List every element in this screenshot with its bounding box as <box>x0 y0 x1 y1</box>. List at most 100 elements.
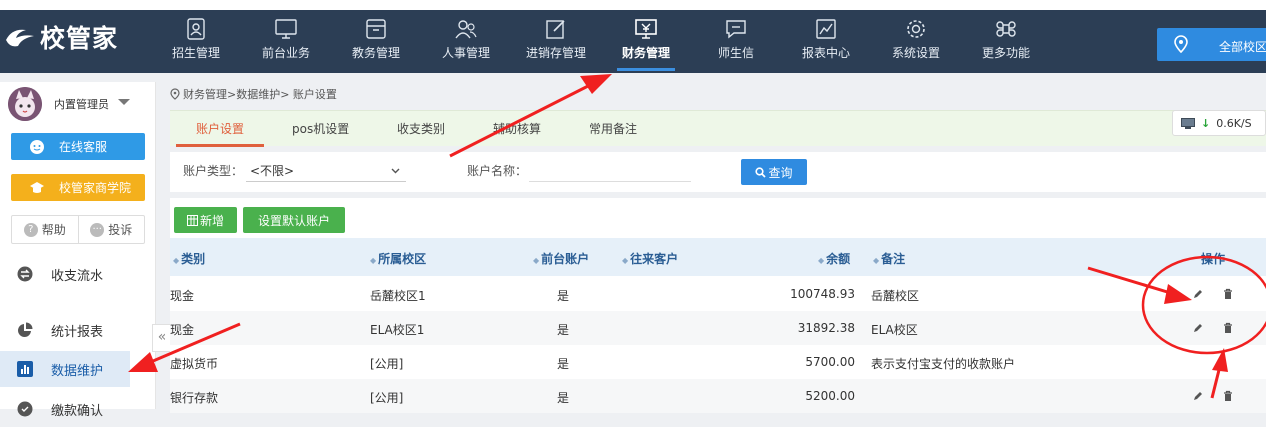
cell-campus: [公用] <box>370 357 404 371</box>
breadcrumb: 财务管理>数据维护> 账户设置 <box>170 86 337 102</box>
edit-icon <box>546 20 565 39</box>
trash-icon[interactable] <box>1222 390 1234 402</box>
query-label: 查询 <box>768 165 793 180</box>
account-type-value: <不限> <box>250 164 295 178</box>
nav-reports[interactable]: 报表中心 <box>783 10 869 73</box>
academy-button[interactable]: 校管家商学院 <box>11 174 145 201</box>
help-complain-group: ? 帮助 ··· 投诉 <box>11 215 145 244</box>
set-default-account-button[interactable]: 设置默认账户 <box>243 207 345 233</box>
nav-label: 招生管理 <box>171 46 220 60</box>
top-strip <box>0 0 1266 10</box>
cell-campus: ELA校区1 <box>370 323 425 337</box>
pencil-icon[interactable] <box>1192 288 1204 300</box>
tab-income-categories[interactable]: 收支类别 <box>397 111 445 147</box>
column-label: 所属校区 <box>378 252 427 266</box>
column-header-client[interactable]: ◆ 往来客户 <box>622 250 678 267</box>
cell-front: 是 <box>557 391 570 405</box>
pie-chart-icon <box>18 322 33 337</box>
account-name-input[interactable] <box>529 160 691 182</box>
cell-balance: 100748.93 <box>790 287 855 301</box>
app-logo[interactable]: 校管家 <box>4 22 119 53</box>
tab-active-indicator <box>176 144 265 147</box>
finance-icon <box>635 19 657 39</box>
column-label: 往来客户 <box>630 252 679 266</box>
add-button[interactable]: 新增 <box>174 207 237 233</box>
trash-icon[interactable] <box>1222 288 1234 300</box>
trash-icon[interactable] <box>1222 322 1234 334</box>
command-icon <box>996 21 1016 37</box>
sort-icon: ◆ <box>370 256 377 265</box>
account-name-label: 账户名称： <box>467 164 528 178</box>
cell-balance: 5200.00 <box>805 389 855 403</box>
monitor-icon <box>275 19 297 39</box>
confirm-icon <box>17 401 33 417</box>
column-header-note[interactable]: ◆ 备注 <box>873 250 905 267</box>
sidebar-item-payment-confirm[interactable]: 缴款确认 <box>0 391 155 427</box>
online-service-button[interactable]: 在线客服 <box>11 133 145 160</box>
table-row[interactable]: 银行存款 [公用] 是 5200.00 <box>170 379 1266 413</box>
user-menu[interactable]: 内置管理员 <box>8 87 109 121</box>
nav-admissions[interactable]: 招生管理 <box>153 10 239 73</box>
user-name: 内置管理员 <box>54 98 109 111</box>
user-badge-icon <box>187 18 205 40</box>
sort-icon: ◆ <box>622 256 629 265</box>
tab-label: 常用备注 <box>589 122 638 136</box>
table-row[interactable]: 现金 ELA校区1 是 31892.38 ELA校区 <box>170 311 1266 345</box>
people-icon <box>455 20 477 39</box>
column-header-campus[interactable]: ◆ 所属校区 <box>370 250 426 267</box>
query-button[interactable]: 查询 <box>741 159 807 185</box>
cell-balance: 5700.00 <box>805 355 855 369</box>
tab-account-settings[interactable]: 账户设置 <box>176 111 265 147</box>
academy-label: 校管家商学院 <box>59 181 132 195</box>
table-row[interactable]: 现金 岳麓校区1 是 100748.93 岳麓校区 <box>170 277 1266 311</box>
sidebar-item-data-maintenance[interactable]: 数据维护 <box>0 351 130 387</box>
sidebar-item-cash-flow[interactable]: 收支流水 <box>0 256 155 292</box>
complain-button[interactable]: ··· 投诉 <box>77 216 145 243</box>
campus-label: 全部校区 <box>1219 40 1266 54</box>
account-type-label: 账户类型： <box>183 164 244 178</box>
table-icon <box>186 214 198 226</box>
nav-academic[interactable]: 教务管理 <box>333 10 419 73</box>
tab-auxiliary-accounting[interactable]: 辅助核算 <box>493 111 541 147</box>
cell-note: 岳麓校区 <box>871 289 920 303</box>
cell-campus: 岳麓校区1 <box>370 289 426 303</box>
nav-inventory[interactable]: 进销存管理 <box>511 10 601 73</box>
graduation-cap-icon <box>30 181 44 193</box>
nav-hr[interactable]: 人事管理 <box>423 10 509 73</box>
nav-more[interactable]: 更多功能 <box>963 10 1049 73</box>
monitor-icon <box>1181 117 1195 129</box>
cell-campus: [公用] <box>370 391 404 405</box>
gear-icon <box>907 20 925 38</box>
table-header: ◆ 类别 ◆ 所属校区 ◆ 前台账户 ◆ 往来客户 ◆ 余额 ◆ 备注 操作 <box>170 238 1266 276</box>
nav-settings[interactable]: 系统设置 <box>873 10 959 73</box>
sort-icon: ◆ <box>873 256 880 265</box>
set-default-label: 设置默认账户 <box>257 213 330 228</box>
cell-balance: 31892.38 <box>797 321 855 335</box>
table-row[interactable]: 虚拟货币 [公用] 是 5700.00 表示支付宝支付的收款账户 <box>170 345 1266 379</box>
pencil-icon[interactable] <box>1192 390 1204 402</box>
sidebar-item-statistics[interactable]: 统计报表 <box>0 312 155 348</box>
nav-front-desk[interactable]: 前台业务 <box>243 10 329 73</box>
online-service-label: 在线客服 <box>59 140 108 154</box>
sort-icon: ◆ <box>533 256 540 265</box>
sidebar-collapse-button[interactable]: « <box>152 324 172 352</box>
cell-front: 是 <box>557 323 570 337</box>
column-label: 备注 <box>881 252 906 266</box>
nav-finance[interactable]: 财务管理 <box>603 10 689 73</box>
chevron-down-icon[interactable] <box>118 99 130 105</box>
column-header-category[interactable]: ◆ 类别 <box>173 250 205 267</box>
sort-icon: ◆ <box>173 256 180 265</box>
pencil-icon[interactable] <box>1192 322 1204 334</box>
cell-note: 表示支付宝支付的收款账户 <box>871 357 1016 371</box>
help-button[interactable]: ? 帮助 <box>12 216 78 243</box>
tab-common-notes[interactable]: 常用备注 <box>589 111 637 147</box>
cell-note: ELA校区 <box>871 323 918 337</box>
nav-messages[interactable]: 师生信 <box>693 10 779 73</box>
tab-pos-settings[interactable]: pos机设置 <box>292 111 349 147</box>
logo-text: 校管家 <box>40 24 119 53</box>
account-type-select[interactable]: <不限> <box>246 160 406 182</box>
column-header-front-account[interactable]: ◆ 前台账户 <box>533 250 589 267</box>
column-header-balance[interactable]: ◆ 余额 <box>818 250 850 267</box>
campus-selector-button[interactable]: 全部校区 <box>1157 28 1266 61</box>
cell-front: 是 <box>557 357 570 371</box>
